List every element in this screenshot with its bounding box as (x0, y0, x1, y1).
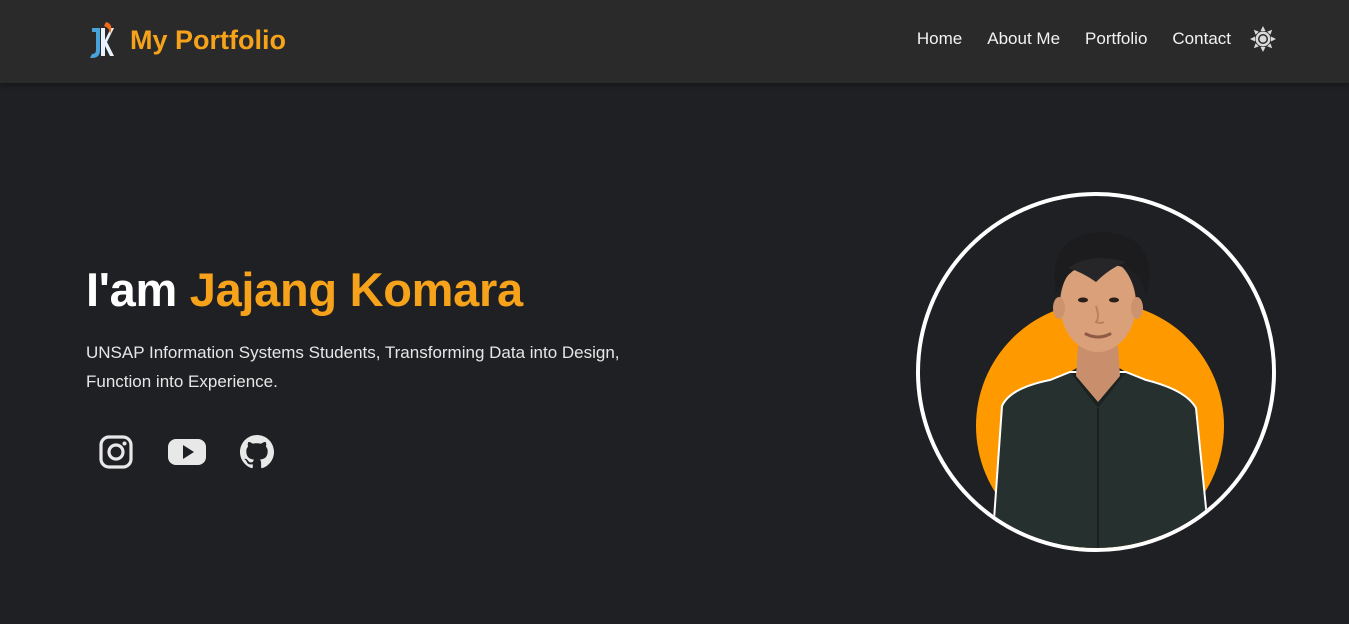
hero-greeting: I'am (86, 263, 177, 316)
hero-name: Jajang Komara (189, 263, 523, 316)
instagram-icon (99, 435, 133, 469)
social-links (98, 433, 276, 471)
navbar: My Portfolio Home About Me Portfolio Con… (0, 0, 1349, 83)
instagram-link[interactable] (98, 433, 136, 471)
nav-portfolio-link[interactable]: Portfolio (1085, 29, 1147, 49)
profile-photo (916, 192, 1276, 552)
youtube-link[interactable] (168, 433, 206, 471)
nav-about-link[interactable]: About Me (987, 29, 1060, 49)
youtube-icon (168, 439, 206, 465)
hero-description: UNSAP Information Systems Students, Tran… (86, 343, 620, 391)
jk-monogram-logo-icon (90, 22, 114, 58)
github-icon (240, 435, 274, 469)
hero-heading: I'am Jajang Komara (86, 262, 523, 317)
profile-portrait-image (976, 232, 1224, 548)
nav-contact-link[interactable]: Contact (1172, 29, 1231, 49)
brand-link[interactable]: My Portfolio (86, 20, 286, 60)
brand-title: My Portfolio (130, 24, 286, 55)
github-link[interactable] (238, 433, 276, 471)
nav-menu: Home About Me Portfolio Contact (917, 29, 1231, 49)
nav-home-link[interactable]: Home (917, 29, 962, 49)
sun-icon[interactable] (1249, 25, 1277, 53)
